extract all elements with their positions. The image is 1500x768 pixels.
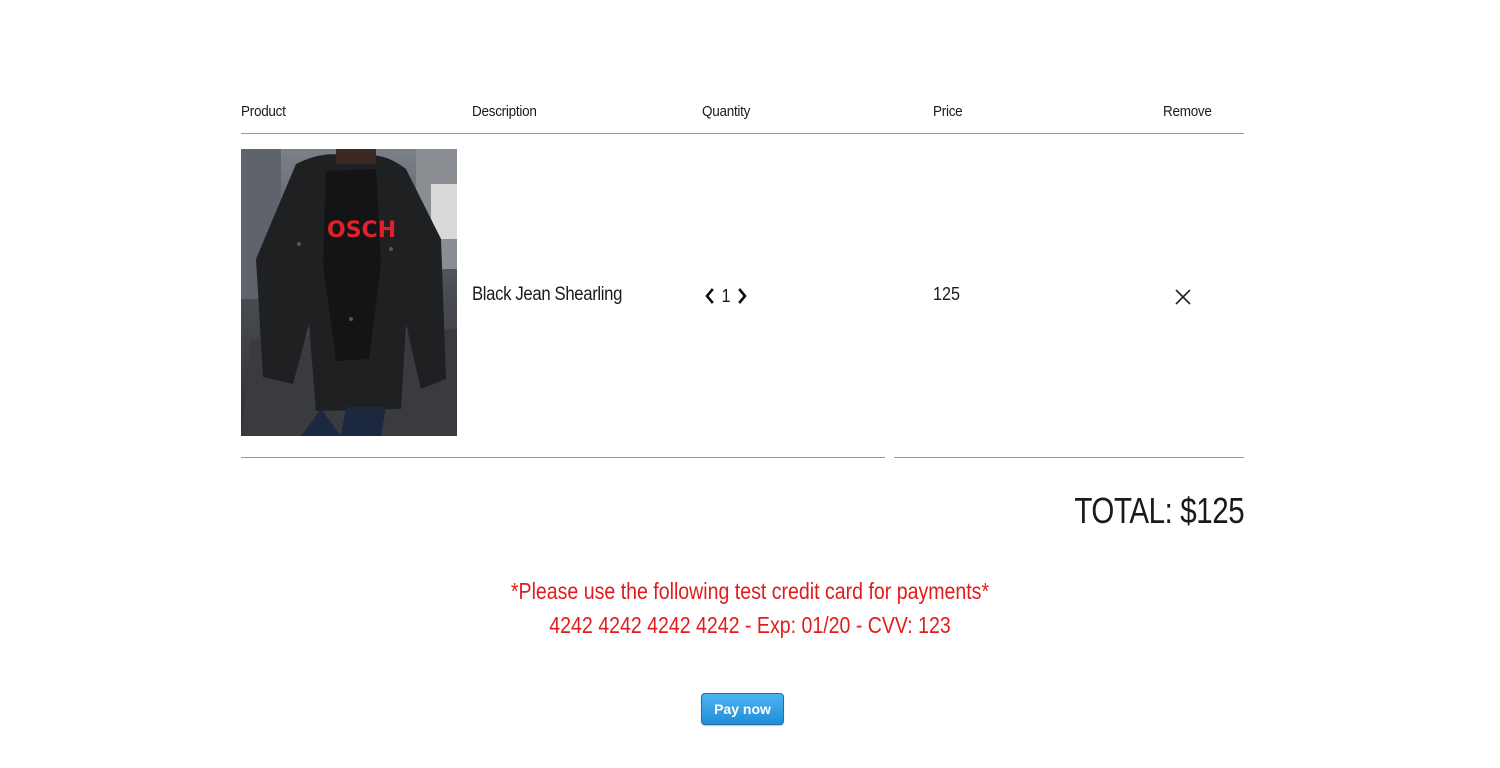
header-quantity: Quantity: [702, 103, 751, 120]
item-description: Black Jean Shearling: [472, 284, 623, 305]
header-product: Product: [241, 103, 286, 120]
product-image: OSCH: [241, 149, 457, 436]
item-price: 125: [933, 284, 961, 304]
cart-header-row: Product Description Quantity Price Remov…: [241, 100, 1244, 134]
header-description: Description: [472, 103, 537, 120]
quantity-stepper: 1: [702, 283, 750, 309]
svg-text:OSCH: OSCH: [327, 218, 396, 243]
divider: [241, 457, 885, 458]
divider: [894, 457, 1244, 458]
close-icon: [1175, 289, 1191, 305]
cart-total: TOTAL: $125: [1074, 490, 1244, 531]
pay-now-button[interactable]: Pay now: [701, 693, 784, 725]
test-card-details: 4242 4242 4242 4242 - Exp: 01/20 - CVV: …: [549, 612, 951, 638]
header-remove: Remove: [1163, 103, 1212, 120]
cart-table: Product Description Quantity Price Remov…: [241, 0, 1244, 768]
chevron-right-icon[interactable]: [736, 284, 750, 308]
chevron-left-icon[interactable]: [702, 284, 716, 308]
header-price: Price: [933, 103, 963, 120]
remove-item-button[interactable]: [1171, 285, 1195, 309]
notice-line: *Please use the following test credit ca…: [510, 578, 990, 604]
cart-item-row: OSCH Black Jean Shearling 1 125: [241, 149, 1244, 436]
quantity-value: 1: [721, 285, 731, 306]
